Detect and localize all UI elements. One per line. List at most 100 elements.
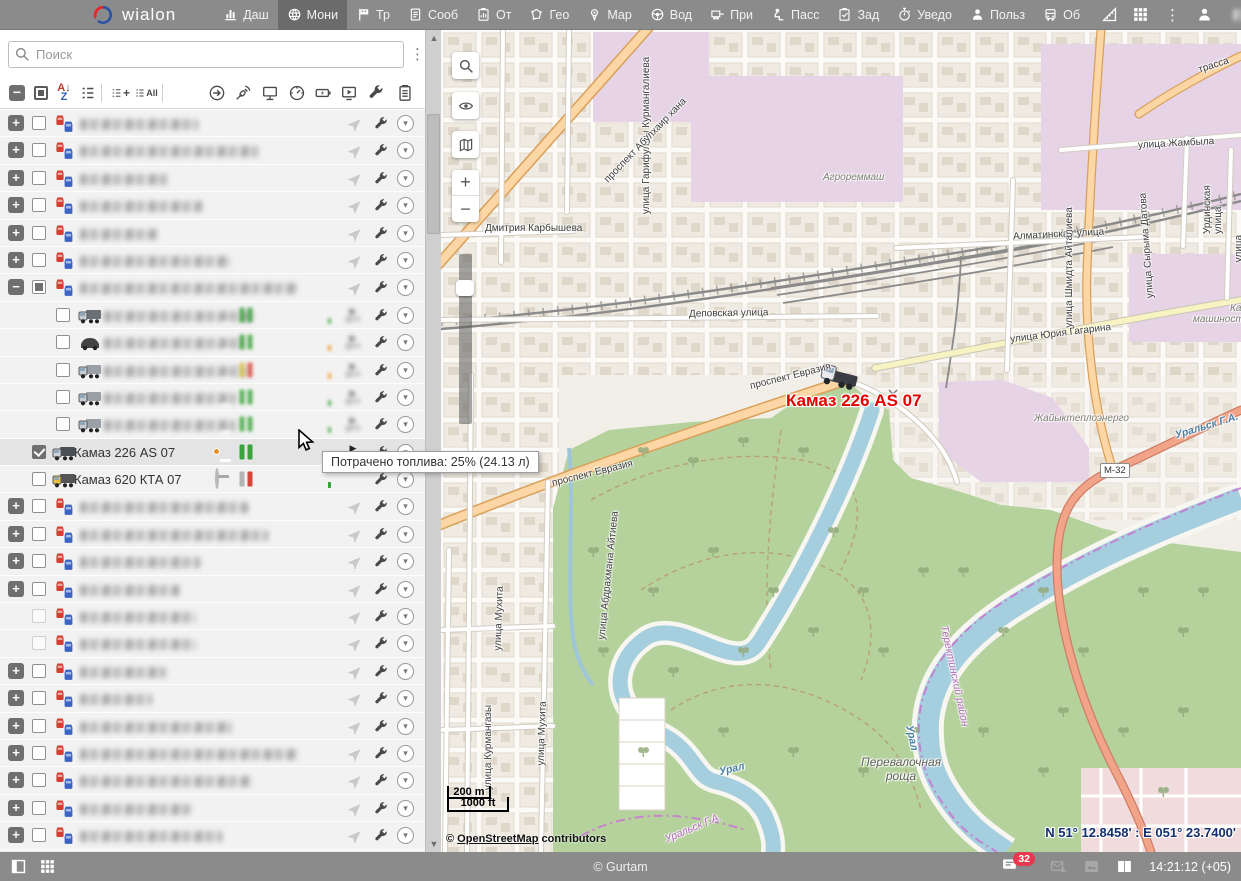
group-row[interactable]: + ▾ [0, 521, 425, 548]
add-all-button[interactable]: All [134, 83, 158, 103]
group-row[interactable]: + ▾ [0, 658, 425, 685]
unit-properties-wrench-icon[interactable] [373, 499, 389, 515]
expand-group-button[interactable]: + [8, 170, 24, 186]
row-menu-chevron-icon[interactable]: ▾ [397, 471, 414, 488]
group-checkbox[interactable] [32, 253, 46, 267]
locator-arrow-icon[interactable] [346, 499, 362, 515]
expand-group-button[interactable]: + [8, 827, 24, 843]
column-battery-icon[interactable] [313, 83, 333, 103]
expand-group-button[interactable]: + [8, 745, 24, 761]
locator-arrow-icon[interactable] [346, 116, 362, 132]
tab-doc[interactable]: Сооб [399, 0, 467, 30]
panel-options-icon[interactable]: ⋮ [410, 45, 425, 63]
zoom-slider-handle[interactable] [456, 280, 474, 296]
group-row[interactable]: + ▾ [0, 713, 425, 740]
group-row[interactable]: + ▾ [0, 165, 425, 192]
unit-row[interactable]: ▶gprs▾ [0, 329, 425, 356]
group-row[interactable]: + ▾ [0, 795, 425, 822]
row-menu-chevron-icon[interactable]: ▾ [397, 800, 414, 817]
unit-name[interactable]: Камаз 226 AS 07 [74, 445, 175, 460]
unit-properties-wrench-icon[interactable] [373, 116, 389, 132]
locator-arrow-icon[interactable] [346, 609, 362, 625]
tab-globe[interactable]: Мони [278, 0, 347, 30]
tab-flag[interactable]: Тр [347, 0, 399, 30]
group-checkbox[interactable] [32, 636, 46, 650]
tab-passenger[interactable]: Пасс [762, 0, 828, 30]
group-checkbox[interactable] [32, 527, 46, 541]
row-menu-chevron-icon[interactable]: ▾ [397, 663, 414, 680]
unit-checkbox[interactable] [56, 308, 70, 322]
row-menu-chevron-icon[interactable]: ▾ [397, 170, 414, 187]
expand-group-button[interactable]: + [8, 252, 24, 268]
group-row[interactable]: + ▾ [0, 685, 425, 712]
tab-user[interactable]: Польз [961, 0, 1034, 30]
group-checkbox[interactable] [32, 198, 46, 212]
collapse-all-button[interactable]: − [7, 83, 27, 103]
column-video-icon[interactable] [339, 83, 359, 103]
locator-arrow-icon[interactable] [346, 527, 362, 543]
expand-group-button[interactable]: + [8, 197, 24, 213]
row-menu-chevron-icon[interactable]: ▾ [397, 307, 414, 324]
unit-row[interactable]: ▶gprs▾ [0, 384, 425, 411]
row-menu-chevron-icon[interactable]: ▾ [397, 416, 414, 433]
unit-properties-wrench-icon[interactable] [373, 226, 389, 242]
group-checkbox[interactable] [32, 143, 46, 157]
row-menu-chevron-icon[interactable]: ▾ [397, 553, 414, 570]
tab-route[interactable]: Мар [578, 0, 640, 30]
account-user-icon[interactable] [1196, 6, 1213, 23]
row-menu-chevron-icon[interactable]: ▾ [397, 498, 414, 515]
group-row[interactable]: + ▾ [0, 192, 425, 219]
expand-group-button[interactable]: + [8, 142, 24, 158]
unit-name[interactable]: Камаз 620 КТА 07 [74, 472, 182, 487]
group-checkbox[interactable] [32, 116, 46, 130]
unit-checkbox[interactable] [32, 445, 46, 459]
map-search-button[interactable] [452, 52, 479, 79]
unit-properties-wrench-icon[interactable] [373, 773, 389, 789]
unit-properties-wrench-icon[interactable] [373, 143, 389, 159]
tab-unit[interactable]: Об [1034, 0, 1089, 30]
group-row[interactable]: + ▾ [0, 247, 425, 274]
unit-properties-wrench-icon[interactable] [373, 280, 389, 296]
locator-arrow-icon[interactable] [346, 143, 362, 159]
group-row[interactable]: ▾ [0, 630, 425, 657]
log-panel-icon[interactable] [1116, 858, 1133, 875]
tab-geo[interactable]: Гео [520, 0, 578, 30]
locator-arrow-icon[interactable] [346, 636, 362, 652]
group-checkbox[interactable] [32, 801, 46, 815]
row-menu-chevron-icon[interactable]: ▾ [397, 252, 414, 269]
unit-properties-wrench-icon[interactable] [373, 198, 389, 214]
expand-group-button[interactable]: + [8, 663, 24, 679]
unit-marker-label[interactable]: Камаз 226 AS 07 [786, 391, 922, 411]
unit-checkbox[interactable] [56, 335, 70, 349]
measure-ruler-icon[interactable] [1101, 6, 1118, 23]
panel-scrollbar[interactable]: ▲ ▼ [425, 30, 441, 852]
expand-group-button[interactable]: + [8, 526, 24, 542]
map-area[interactable]: улица Гарифуллы Курмангалиевапроспект Аб… [441, 30, 1241, 852]
search-input[interactable] [8, 41, 404, 68]
unit-properties-wrench-icon[interactable] [373, 308, 389, 324]
osm-link[interactable]: OpenStreetMap [457, 833, 538, 845]
row-menu-chevron-icon[interactable]: ▾ [397, 772, 414, 789]
unit-properties-wrench-icon[interactable] [373, 801, 389, 817]
locator-arrow-icon[interactable] [346, 280, 362, 296]
apps-grid-icon[interactable] [1132, 6, 1149, 23]
unit-checkbox[interactable] [56, 417, 70, 431]
unit-properties-wrench-icon[interactable] [373, 636, 389, 652]
unit-properties-wrench-icon[interactable] [373, 554, 389, 570]
group-row[interactable]: + ▾ [0, 548, 425, 575]
group-checkbox[interactable] [32, 226, 46, 240]
unit-properties-wrench-icon[interactable] [373, 664, 389, 680]
tab-trailer[interactable]: При [701, 0, 762, 30]
map-visibility-button[interactable] [452, 92, 479, 119]
media-icon[interactable] [1083, 858, 1100, 875]
expand-group-button[interactable]: + [8, 553, 24, 569]
row-menu-chevron-icon[interactable]: ▾ [397, 279, 414, 296]
collapse-group-button[interactable]: − [8, 279, 24, 295]
mail-icon[interactable] [1050, 858, 1067, 875]
select-visible-button[interactable] [31, 83, 51, 103]
expand-group-button[interactable]: + [8, 772, 24, 788]
expand-group-button[interactable]: + [8, 718, 24, 734]
unit-properties-wrench-icon[interactable] [373, 390, 389, 406]
group-row[interactable]: + ▾ [0, 822, 425, 849]
unit-row[interactable]: ▶gprs▾ [0, 411, 425, 438]
